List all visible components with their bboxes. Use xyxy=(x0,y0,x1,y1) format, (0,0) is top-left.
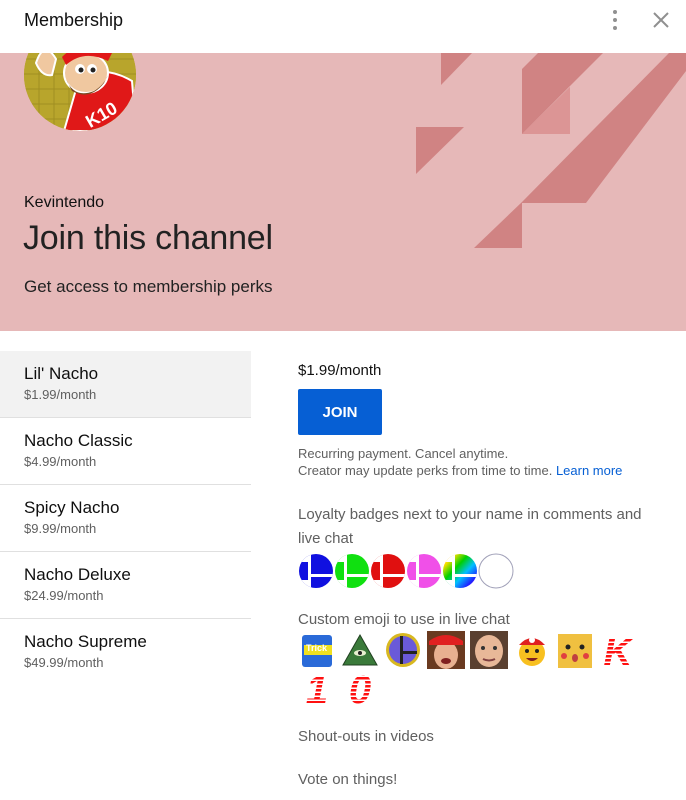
digit-1-emoji: 1 xyxy=(298,669,336,707)
channel-name: Kevintendo xyxy=(24,194,105,211)
tier-item-spicy-nacho[interactable]: Spicy Nacho $9.99/month xyxy=(0,485,251,552)
tier-name: Nacho Classic xyxy=(24,431,133,450)
smash-badge-white xyxy=(478,552,514,590)
perk-vote: Vote on things! xyxy=(298,771,398,788)
mario-cat-emoji xyxy=(513,631,551,669)
svg-text:K: K xyxy=(604,631,636,669)
close-button[interactable] xyxy=(650,9,672,31)
illuminati-pyramid-emoji xyxy=(341,631,379,669)
svg-text:1: 1 xyxy=(306,669,328,707)
more-vert-icon xyxy=(613,10,617,14)
learn-more-link[interactable]: Learn more xyxy=(556,463,622,478)
channel-banner: K10 Kevintendo Join this channel Get acc… xyxy=(0,53,686,331)
tier-name: Nacho Supreme xyxy=(24,632,147,651)
dialog-header: Membership xyxy=(0,0,686,53)
tier-price: $24.99/month xyxy=(24,588,104,603)
loyalty-badges xyxy=(298,552,514,590)
tier-item-nacho-deluxe[interactable]: Nacho Deluxe $24.99/month xyxy=(0,552,251,619)
svg-text:0: 0 xyxy=(349,669,371,707)
tier-item-nacho-supreme[interactable]: Nacho Supreme $49.99/month xyxy=(0,619,251,685)
tier-item-lil-nacho[interactable]: Lil' Nacho $1.99/month xyxy=(0,351,251,418)
perk-badges-text: Loyalty badges next to your name in comm… xyxy=(298,506,642,547)
digit-0-emoji: 0 xyxy=(341,669,379,707)
close-icon xyxy=(653,12,669,28)
tier-item-nacho-classic[interactable]: Nacho Classic $4.99/month xyxy=(0,418,251,485)
tier-price: $49.99/month xyxy=(24,655,104,670)
smash-badge-green xyxy=(334,552,370,590)
more-vert-icon-dot xyxy=(613,26,617,30)
letter-k-emoji: K xyxy=(599,631,637,669)
more-vert-icon-dot xyxy=(613,18,617,22)
payment-note-line2: Creator may update perks from time to ti… xyxy=(298,462,622,479)
payment-note-line1: Recurring payment. Cancel anytime. xyxy=(298,446,509,461)
svg-text:Trick: Trick xyxy=(306,643,328,653)
perk-emoji-text: Custom emoji to use in live chat xyxy=(298,611,510,628)
pikachu-emoji xyxy=(556,631,594,669)
tier-price: $4.99/month xyxy=(24,454,97,469)
banner-shape xyxy=(441,53,472,85)
banner-title: Join this channel xyxy=(23,219,273,257)
tier-name: Spicy Nacho xyxy=(24,498,120,517)
banner-shape xyxy=(474,53,686,248)
perk-shoutouts: Shout-outs in videos xyxy=(298,728,434,745)
custom-emojis: Trick K 1 0 xyxy=(298,631,648,707)
smash-ball-emoji xyxy=(384,631,422,669)
dialog-title: Membership xyxy=(24,10,124,30)
payment-note: Recurring payment. Cancel anytime. Creat… xyxy=(298,445,622,479)
tier-list: Lil' Nacho $1.99/month Nacho Classic $4.… xyxy=(0,351,251,685)
smash-badge-pink xyxy=(406,552,442,590)
banner-shape xyxy=(416,127,464,174)
banner-subtitle: Get access to membership perks xyxy=(24,277,273,296)
tier-price: $9.99/month xyxy=(24,521,97,536)
payment-note-text: Creator may update perks from time to ti… xyxy=(298,463,553,478)
more-options-button[interactable] xyxy=(603,8,627,32)
smash-badge-blue xyxy=(298,552,334,590)
selected-tier-price: $1.99/month xyxy=(298,362,382,379)
join-button[interactable]: JOIN xyxy=(298,389,382,435)
face-red-cap-emoji xyxy=(427,631,465,669)
drink-can-emoji: Trick xyxy=(298,631,336,669)
tier-price: $1.99/month xyxy=(24,387,97,402)
smash-badge-rainbow xyxy=(442,552,478,590)
tier-name: Lil' Nacho xyxy=(24,364,99,383)
smash-badge-red xyxy=(370,552,406,590)
face-emoji xyxy=(470,631,508,669)
tier-name: Nacho Deluxe xyxy=(24,565,131,584)
